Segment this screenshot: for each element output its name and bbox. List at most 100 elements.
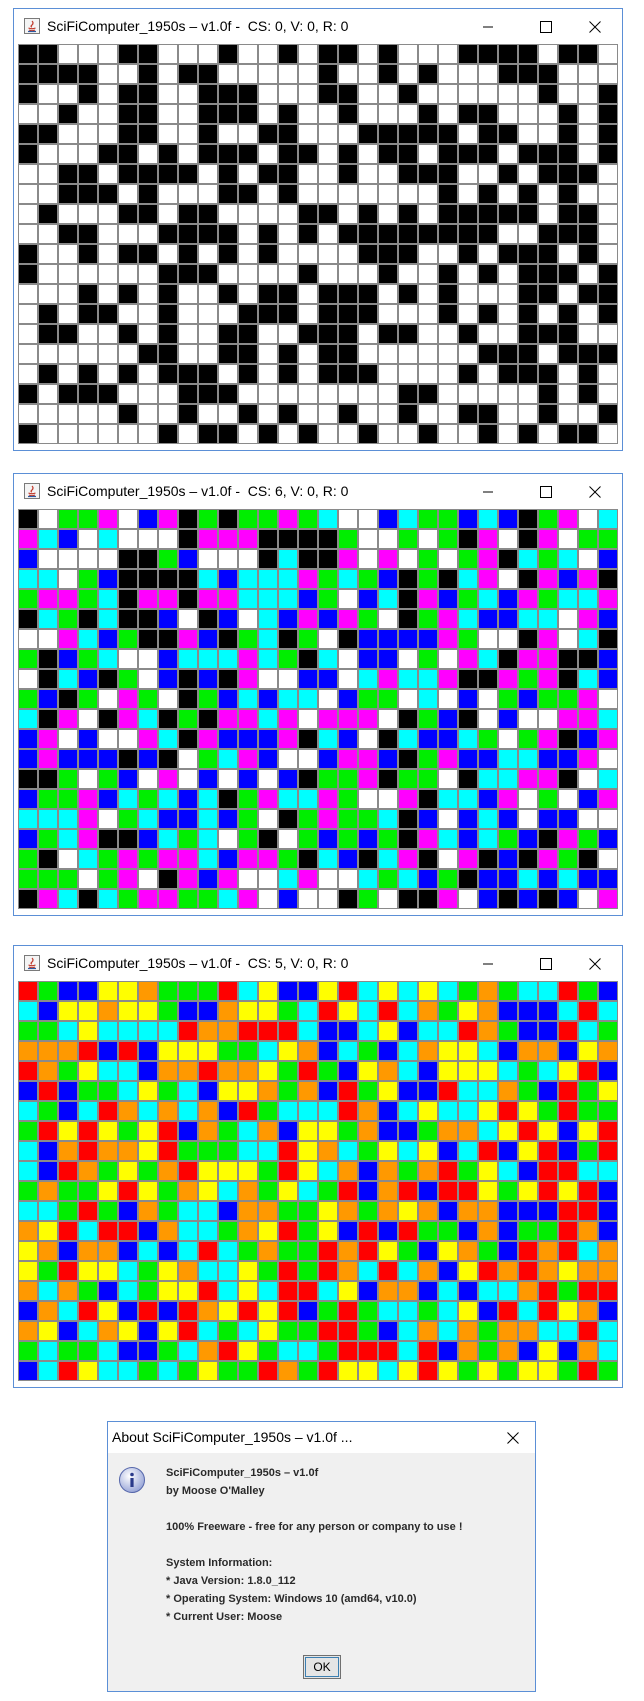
grid-cell [118, 204, 138, 224]
grid-cell [258, 849, 278, 869]
grid-cell [198, 1121, 218, 1141]
grid-cell [198, 709, 218, 729]
minimize-button[interactable] [459, 946, 517, 981]
grid-cell [358, 869, 378, 889]
grid-cell [138, 869, 158, 889]
ok-button[interactable]: OK [303, 1655, 341, 1679]
java-app-icon[interactable] [24, 18, 40, 34]
grid-cell [198, 304, 218, 324]
grid-cell [478, 224, 498, 244]
grid-cell [518, 264, 538, 284]
grid-cell [158, 889, 178, 909]
grid-cell [598, 1281, 618, 1301]
grid-cell [238, 404, 258, 424]
grid-cell [538, 569, 558, 589]
grid-cell [518, 769, 538, 789]
grid-cell [158, 124, 178, 144]
grid-cell [438, 1281, 458, 1301]
close-button[interactable] [566, 474, 624, 509]
grid-cell [518, 689, 538, 709]
grid-cell [218, 84, 238, 104]
close-button[interactable] [566, 946, 624, 981]
grid-cell [98, 124, 118, 144]
grid-cell [98, 709, 118, 729]
grid-cell [538, 144, 558, 164]
grid-cell [78, 869, 98, 889]
grid-cell [138, 1021, 158, 1041]
grid-cell [138, 124, 158, 144]
grid-cell [158, 264, 178, 284]
grid-cell [278, 244, 298, 264]
grid-cell [398, 629, 418, 649]
grid-cell [458, 569, 478, 589]
grid-cell [458, 869, 478, 889]
title-bar[interactable]: SciFiComputer_1950s – v1.0f - CS: 5, V: … [14, 946, 622, 981]
grid-cell [158, 424, 178, 444]
grid-cell [298, 589, 318, 609]
grid-cell [58, 1001, 78, 1021]
dialog-close-button[interactable] [491, 1422, 535, 1453]
grid-cell [338, 689, 358, 709]
grid-cell [18, 224, 38, 244]
grid-cell [518, 44, 538, 64]
grid-cell [598, 529, 618, 549]
grid-cell [518, 1241, 538, 1261]
grid-cell [138, 1041, 158, 1061]
grid-cell [358, 1321, 378, 1341]
grid-cell [278, 1181, 298, 1201]
java-app-icon[interactable] [24, 483, 40, 499]
grid-cell [98, 1121, 118, 1141]
grid-cell [338, 629, 358, 649]
grid-cell [18, 1341, 38, 1361]
close-button[interactable] [566, 9, 624, 44]
grid-cell [18, 64, 38, 84]
grid-cell [118, 284, 138, 304]
grid-cell [478, 364, 498, 384]
grid-cell [318, 609, 338, 629]
grid-cell [298, 384, 318, 404]
title-bar[interactable]: SciFiComputer_1950s – v1.0f - CS: 6, V: … [14, 474, 622, 509]
grid-cell [458, 84, 478, 104]
grid-cell [258, 364, 278, 384]
grid-cell [438, 1121, 458, 1141]
grid-cell [278, 589, 298, 609]
grid-cell [478, 1061, 498, 1081]
grid-cell [78, 1161, 98, 1181]
grid-cell [558, 404, 578, 424]
grid-cell [418, 1361, 438, 1381]
grid-cell [498, 609, 518, 629]
grid-cell [338, 1001, 358, 1021]
grid-cell [418, 869, 438, 889]
grid-cell [98, 104, 118, 124]
grid-cell [58, 529, 78, 549]
grid-cell [18, 549, 38, 569]
grid-cell [138, 709, 158, 729]
grid-cell [18, 829, 38, 849]
grid-cell [498, 889, 518, 909]
grid-cell [198, 364, 218, 384]
grid-cell [358, 849, 378, 869]
grid-cell [78, 789, 98, 809]
grid-cell [358, 749, 378, 769]
grid-cell [198, 44, 218, 64]
grid-cell [498, 1141, 518, 1161]
grid-cell [478, 264, 498, 284]
grid-cell [298, 749, 318, 769]
grid-cell [78, 304, 98, 324]
minimize-button[interactable] [459, 9, 517, 44]
grid-cell [518, 64, 538, 84]
grid-cell [298, 164, 318, 184]
grid-cell [258, 104, 278, 124]
grid-cell [198, 104, 218, 124]
grid-cell [198, 509, 218, 529]
minimize-button[interactable] [459, 474, 517, 509]
grid-cell [318, 124, 338, 144]
dialog-title-bar[interactable]: About SciFiComputer_1950s – v1.0f ... [108, 1422, 535, 1453]
grid-cell [198, 384, 218, 404]
grid-cell [318, 669, 338, 689]
title-bar[interactable]: SciFiComputer_1950s – v1.0f - CS: 0, V: … [14, 9, 622, 44]
grid-cell [518, 649, 538, 669]
grid-cell [198, 769, 218, 789]
grid-cell [38, 344, 58, 364]
java-app-icon[interactable] [24, 955, 40, 971]
